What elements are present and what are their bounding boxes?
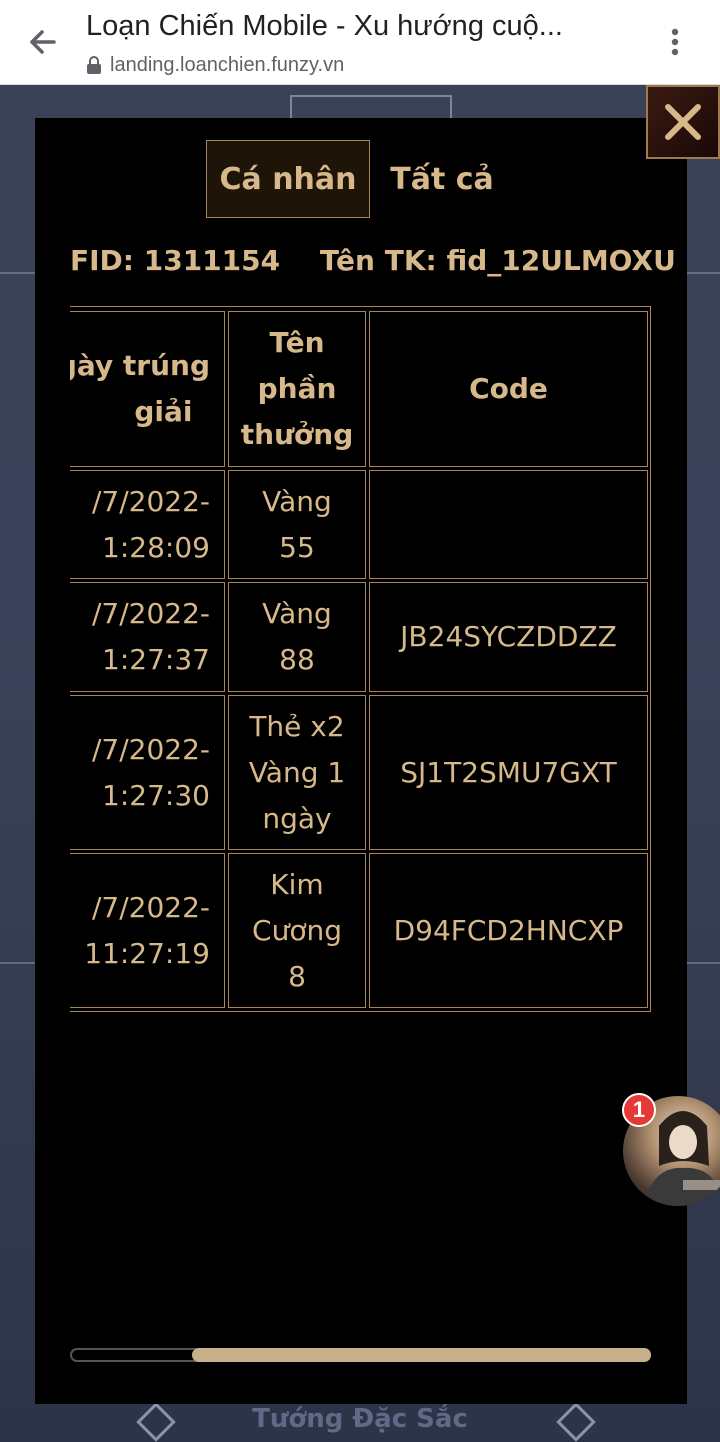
bg-section-label: Tướng Đặc Sắc (252, 1404, 468, 1434)
table-cell-prize: Vàng 88 (228, 582, 366, 692)
account-info: FID: 1311154 Tên TK: fid_12ULMOXU (70, 244, 706, 277)
date-line: 1:27:37 (102, 643, 210, 676)
table-cell-date: /7/2022- 1:28:09 (70, 470, 225, 579)
header-code: Code (369, 311, 648, 467)
tab-personal[interactable]: Cá nhân (206, 140, 370, 218)
account-name: Tên TK: fid_12ULMOXU (319, 244, 676, 277)
prize-table[interactable]: gày trúng giải Tên phần thưởng Code /7/2… (70, 306, 651, 1012)
table-cell-prize: Vàng 55 (228, 470, 366, 579)
url-text: landing.loanchien.funzy.vn (110, 53, 345, 76)
header-prize: Tên phần thưởng (228, 311, 366, 467)
table-cell-date: /7/2022- 1:27:37 (70, 582, 225, 692)
table-cell-date: /7/2022- 11:27:19 (70, 853, 225, 1008)
date-line: /7/2022- (91, 890, 210, 924)
header-date-line: gày trúng (70, 349, 210, 382)
header-date-line: giải (134, 395, 193, 428)
prize-line: Cương (252, 913, 342, 947)
date-line: 11:27:19 (84, 936, 210, 970)
prize-line: 8 (288, 959, 306, 993)
back-arrow-icon[interactable] (24, 24, 60, 60)
date-line: 1:27:30 (102, 778, 210, 812)
horizontal-scrollbar-thumb[interactable] (192, 1348, 651, 1362)
more-menu-icon[interactable] (660, 24, 690, 60)
date-line: /7/2022- (91, 597, 210, 630)
table-cell-date: /7/2022- 1:27:30 (70, 695, 225, 850)
prize-line: ngày (262, 801, 332, 835)
prize-line: Vàng (262, 597, 332, 630)
table-cell-code[interactable]: JB24SYCZDDZZ (369, 582, 648, 692)
table-cell-code[interactable]: SJ1T2SMU7GXT (369, 695, 648, 850)
url-row[interactable]: landing.loanchien.funzy.vn (86, 52, 344, 78)
table-cell-code[interactable] (369, 470, 648, 579)
table-frame: gày trúng giải Tên phần thưởng Code /7/2… (70, 306, 651, 1012)
table-cell-prize: Kim Cương 8 (228, 853, 366, 1008)
close-icon (665, 104, 701, 140)
prize-line: 55 (279, 530, 315, 564)
date-line: /7/2022- (91, 732, 210, 766)
close-button[interactable] (646, 85, 720, 159)
header-prize-line: Tên (269, 326, 325, 359)
header-prize-line: phần (257, 372, 337, 405)
prize-line: Thẻ x2 (249, 709, 345, 743)
prize-line: 88 (279, 643, 315, 676)
prize-line: Kim (270, 867, 324, 901)
fid-label: FID: 1311154 (70, 244, 281, 277)
tab-all[interactable]: Tất cả (378, 140, 506, 218)
header-prize-line: thưởng (240, 418, 354, 451)
table-cell-prize: Thẻ x2 Vàng 1 ngày (228, 695, 366, 850)
browser-toolbar: Loạn Chiến Mobile - Xu hướng cuộ... land… (0, 0, 720, 85)
notification-badge: 1 (622, 1093, 656, 1127)
prize-line: Vàng 1 (248, 755, 346, 789)
date-line: 1:28:09 (102, 530, 210, 564)
table-cell-code[interactable]: D94FCD2HNCXP (369, 853, 648, 1008)
header-date: gày trúng giải (70, 311, 225, 467)
lock-icon (87, 56, 101, 74)
page-title: Loạn Chiến Mobile - Xu hướng cuộ... (86, 10, 563, 42)
date-line: /7/2022- (91, 484, 210, 518)
prize-line: Vàng (262, 484, 332, 518)
